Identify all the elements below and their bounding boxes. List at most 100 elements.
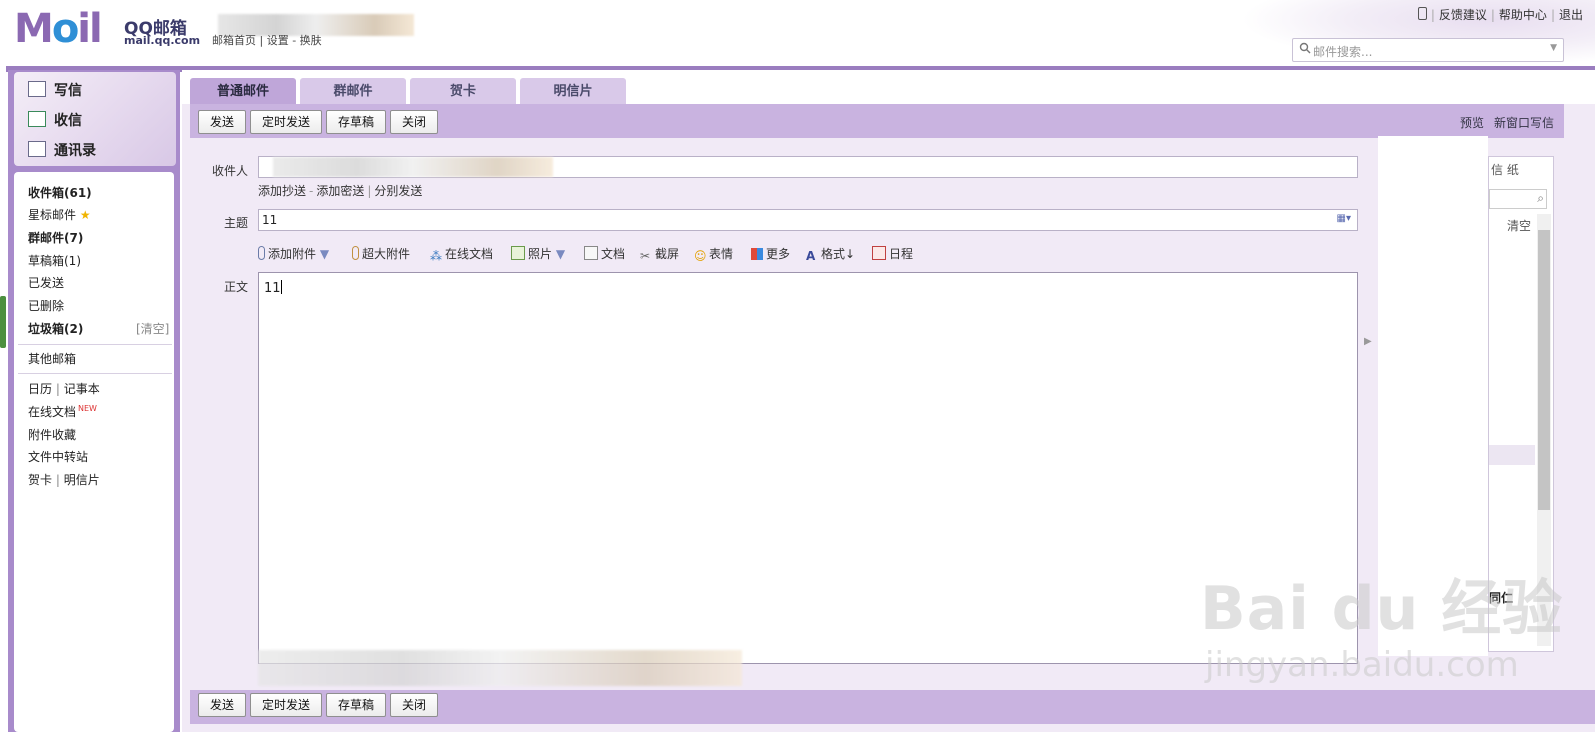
folder-spam[interactable]: 垃圾箱(2) <box>28 320 83 337</box>
receive-button[interactable]: 收信 <box>28 110 82 130</box>
more-tool[interactable]: 更多 <box>751 245 790 262</box>
spam-clear-link[interactable]: [清空] <box>136 320 169 337</box>
collapse-arrow-icon[interactable]: ▶ <box>1364 336 1372 347</box>
close-button[interactable]: 关闭 <box>390 110 438 134</box>
send-button-bottom[interactable]: 发送 <box>198 693 246 717</box>
photo-tool[interactable]: 照片 ▼ <box>511 245 565 262</box>
document-tool[interactable]: 文档 <box>584 245 625 262</box>
folder-inbox[interactable]: 收件箱(61) <box>28 184 92 201</box>
new-badge: NEW <box>78 404 97 413</box>
other-mailbox-link[interactable]: 其他邮箱 <box>28 350 76 367</box>
close-button-bottom[interactable]: 关闭 <box>390 693 438 717</box>
add-cc-link[interactable]: 添加抄送 <box>258 184 306 198</box>
attachment-collection-link[interactable]: 附件收藏 <box>28 426 76 443</box>
scissors-icon: ✂ <box>640 249 651 263</box>
separate-send-link[interactable]: 分别发送 <box>374 184 422 198</box>
top-nav[interactable]: 邮箱首页 | 设置 - 换肤 <box>212 32 322 48</box>
folder-deleted[interactable]: 已删除 <box>28 297 64 314</box>
online-doc-tool[interactable]: ⁂ 在线文档 <box>430 245 493 263</box>
photo-icon <box>511 246 525 260</box>
subject-field[interactable]: 11 ▦▾ <box>258 209 1358 231</box>
recipient-options: 添加抄送 - 添加密送 | 分别发送 <box>258 184 423 198</box>
search-placeholder: 邮件搜索... <box>1313 45 1373 59</box>
file-transfer-link[interactable]: 文件中转站 <box>28 448 88 465</box>
paperclip-icon <box>258 246 265 260</box>
star-icon: ★ <box>79 208 91 222</box>
subject-value: 11 <box>262 213 278 227</box>
left-resize-handle[interactable] <box>0 296 6 348</box>
calendar-notebook-links: 日历 | 记事本 <box>28 382 100 396</box>
tab-postcard[interactable]: 明信片 <box>520 78 626 104</box>
folder-starred[interactable]: 星标邮件 ★ <box>28 206 91 223</box>
contacts-button[interactable]: 通讯录 <box>28 140 96 160</box>
to-label: 收件人 <box>212 164 249 178</box>
search-icon: ⌕ <box>1537 191 1544 205</box>
text-caret <box>280 280 282 294</box>
feedback-link[interactable]: 反馈建议 <box>1439 8 1487 22</box>
inbox-download-icon <box>28 111 46 127</box>
watermark-url: jingyan.baidu.com <box>1205 645 1519 685</box>
stationery-highlight <box>1489 445 1535 465</box>
folder-divider <box>18 344 172 345</box>
add-attachment-tool[interactable]: 添加附件 ▼ <box>258 245 329 262</box>
screenshot-tool[interactable]: ✂ 截屏 <box>640 245 679 263</box>
large-attachment-icon <box>352 246 359 260</box>
document-icon <box>584 246 598 260</box>
send-button[interactable]: 发送 <box>198 110 246 134</box>
greeting-postcard-links: 贺卡 | 明信片 <box>28 473 100 487</box>
stationery-label: 信 纸 <box>1491 163 1519 177</box>
chevron-down-icon[interactable]: ▼ <box>556 247 565 261</box>
calendar-icon <box>872 246 886 260</box>
schedule-send-button[interactable]: 定时发送 <box>250 110 322 134</box>
chevron-down-icon[interactable]: ▼ <box>1550 43 1557 53</box>
logout-link[interactable]: 退出 <box>1559 8 1583 22</box>
top-links: | 反馈建议 | 帮助中心 | 退出 <box>1417 6 1583 23</box>
help-link[interactable]: 帮助中心 <box>1499 8 1547 22</box>
grid-dropdown-icon[interactable]: ▦▾ <box>1337 213 1351 224</box>
calendar-link[interactable]: 日历 <box>28 382 52 396</box>
font-icon: A <box>806 249 816 263</box>
phone-icon[interactable] <box>1417 7 1427 20</box>
quick-actions: 写信 收信 通讯录 <box>14 72 176 166</box>
postcard-link[interactable]: 明信片 <box>64 473 100 487</box>
blurred-signature <box>258 650 742 686</box>
tab-group-mail[interactable]: 群邮件 <box>300 78 406 104</box>
notebook-link[interactable]: 记事本 <box>64 382 100 396</box>
mail-logo[interactable]: Moil <box>14 8 103 50</box>
tools-divider <box>18 373 172 374</box>
folder-panel: 收件箱(61) 星标邮件 ★ 群邮件(7) 草稿箱(1) 已发送 已删除 垃圾箱… <box>14 172 174 732</box>
folder-group[interactable]: 群邮件(7) <box>28 229 83 246</box>
save-draft-button-bottom[interactable]: 存草稿 <box>326 693 386 717</box>
online-docs-link[interactable]: 在线文档 NEW <box>28 403 97 420</box>
share-icon: ⁂ <box>430 249 442 263</box>
new-window-link[interactable]: 新窗口写信 <box>1494 114 1554 131</box>
save-draft-button[interactable]: 存草稿 <box>326 110 386 134</box>
folder-drafts[interactable]: 草稿箱(1) <box>28 252 81 269</box>
compose-button[interactable]: 写信 <box>28 80 82 100</box>
mail-search-input[interactable]: 邮件搜索... ▼ <box>1292 38 1564 62</box>
greeting-card-link[interactable]: 贺卡 <box>28 473 52 487</box>
smiley-icon: ☺ <box>694 249 707 263</box>
large-attachment-tool[interactable]: 超大附件 <box>352 245 410 262</box>
stationery-clear-link[interactable]: 清空 <box>1507 217 1531 234</box>
subject-label: 主题 <box>224 216 249 230</box>
compose-icon <box>28 81 46 97</box>
search-icon <box>1299 42 1311 54</box>
schedule-send-button-bottom[interactable]: 定时发送 <box>250 693 322 717</box>
format-tool[interactable]: A 格式↓ <box>806 245 855 263</box>
watermark-brand: Bai du 经验 <box>1200 574 1564 644</box>
add-bcc-link[interactable]: 添加密送 <box>316 184 364 198</box>
emoji-tool[interactable]: ☺ 表情 <box>694 245 733 263</box>
tab-normal-mail[interactable]: 普通邮件 <box>190 78 296 104</box>
preview-link[interactable]: 预览 <box>1460 114 1484 131</box>
to-field[interactable] <box>258 156 1358 178</box>
schedule-tool[interactable]: 日程 <box>872 245 913 262</box>
stationery-search-input[interactable]: ⌕ <box>1489 189 1547 209</box>
brand-domain: mail.qq.com <box>124 34 201 47</box>
tab-greeting-card[interactable]: 贺卡 <box>410 78 516 104</box>
body-text: 11 <box>264 280 282 296</box>
folder-sent[interactable]: 已发送 <box>28 274 64 291</box>
scrollbar-thumb[interactable] <box>1538 230 1550 510</box>
chevron-down-icon[interactable]: ▼ <box>320 247 329 261</box>
body-editor[interactable]: 11 <box>258 272 1358 664</box>
